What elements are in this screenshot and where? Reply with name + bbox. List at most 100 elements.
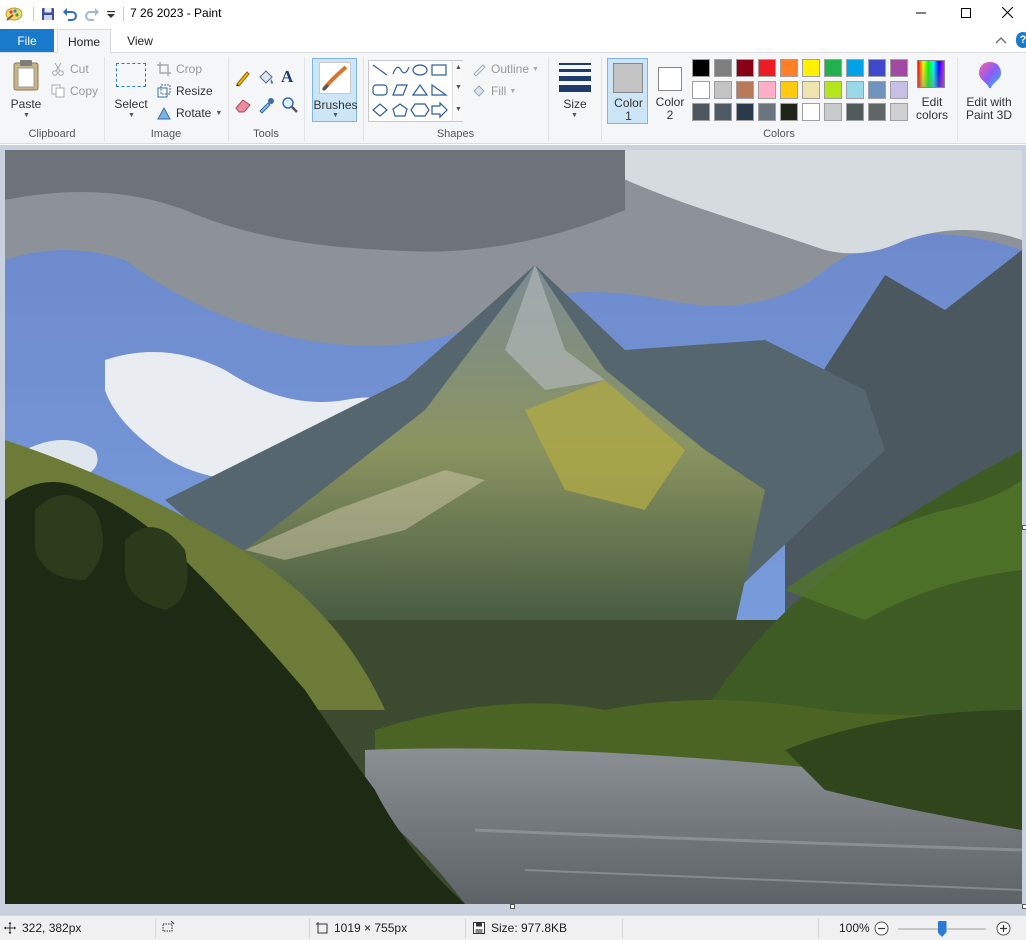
- palette-swatch[interactable]: [802, 59, 820, 77]
- shapes-scrollbar[interactable]: ▲ ▼ ▼: [452, 61, 463, 121]
- crop-label: Crop: [176, 62, 203, 76]
- palette-swatch[interactable]: [846, 81, 864, 99]
- drawing-canvas[interactable]: [5, 150, 1022, 904]
- brushes-button[interactable]: Brushes ▼: [312, 58, 358, 122]
- palette-swatch[interactable]: [692, 81, 710, 99]
- palette-swatch[interactable]: [824, 103, 842, 121]
- copy-button[interactable]: Copy: [50, 81, 98, 101]
- palette-swatch[interactable]: [824, 59, 842, 77]
- palette-swatch[interactable]: [692, 59, 710, 77]
- palette-swatch[interactable]: [890, 103, 908, 121]
- minus-circle-icon: [874, 921, 889, 936]
- undo-icon[interactable]: [60, 5, 80, 23]
- resize-button[interactable]: Resize: [156, 81, 213, 101]
- tab-file[interactable]: File: [0, 29, 54, 52]
- tab-home[interactable]: Home: [57, 29, 111, 53]
- resize-handle-right[interactable]: [1022, 525, 1026, 530]
- shapes-gallery[interactable]: [368, 60, 463, 122]
- status-divider: [309, 919, 310, 938]
- palette-swatch[interactable]: [758, 59, 776, 77]
- pencil-icon[interactable]: [234, 69, 252, 87]
- rotate-label: Rotate: [176, 106, 212, 120]
- status-divider: [465, 919, 466, 938]
- maximize-button[interactable]: [943, 0, 989, 28]
- chevron-down-icon: ▼: [571, 112, 578, 119]
- group-divider: [304, 57, 305, 141]
- chevron-down-icon: ▼: [509, 87, 517, 95]
- resize-handle-corner[interactable]: [1022, 904, 1026, 909]
- zoom-out-button[interactable]: [874, 921, 889, 936]
- fill-bucket-icon[interactable]: [257, 69, 275, 87]
- palette-swatch[interactable]: [780, 81, 798, 99]
- color1-label-line2: 1: [625, 109, 632, 123]
- resize-handle-bottom[interactable]: [510, 904, 515, 909]
- zoom-level: 100%: [839, 921, 870, 935]
- palette-swatch[interactable]: [868, 59, 886, 77]
- palette-swatch[interactable]: [736, 103, 754, 121]
- clipboard-icon: [12, 59, 40, 94]
- customize-icon[interactable]: [104, 5, 118, 23]
- paste-button[interactable]: Paste ▼: [6, 57, 46, 123]
- palette-swatch[interactable]: [802, 103, 820, 121]
- size-label: Size: [563, 97, 587, 111]
- palette-swatch[interactable]: [802, 81, 820, 99]
- color-picker-icon[interactable]: [257, 96, 275, 114]
- palette-swatch[interactable]: [890, 59, 908, 77]
- maximize-icon: [961, 7, 971, 21]
- group-label-clipboard: Clipboard: [28, 128, 76, 140]
- copy-icon: [50, 83, 66, 99]
- palette-swatch[interactable]: [714, 59, 732, 77]
- edit-with-paint3d-button[interactable]: Edit with Paint 3D: [962, 58, 1018, 124]
- cut-button[interactable]: Cut: [50, 59, 89, 79]
- palette-swatch[interactable]: [846, 103, 864, 121]
- eraser-icon[interactable]: [234, 96, 252, 114]
- palette-swatch[interactable]: [780, 59, 798, 77]
- paint-app-icon[interactable]: [4, 5, 24, 23]
- help-icon[interactable]: ?: [1016, 32, 1026, 48]
- brush-icon: [319, 62, 351, 94]
- palette-swatch[interactable]: [780, 103, 798, 121]
- zoom-slider-thumb[interactable]: [937, 921, 947, 937]
- palette-swatch[interactable]: [846, 59, 864, 77]
- color2-button[interactable]: Color 2: [650, 58, 690, 124]
- color-palette: [692, 59, 912, 125]
- collapse-ribbon-icon[interactable]: [995, 33, 1007, 47]
- status-divider: [818, 919, 819, 938]
- color1-button[interactable]: Color 1: [607, 58, 648, 124]
- paint3d-icon: [977, 60, 1003, 93]
- size-button[interactable]: Size ▼: [555, 57, 595, 123]
- zoom-in-button[interactable]: [996, 921, 1011, 936]
- edit-colors-button[interactable]: Edit colors: [912, 58, 952, 124]
- palette-swatch[interactable]: [824, 81, 842, 99]
- outline-button[interactable]: Outline ▼: [471, 59, 539, 79]
- fill-button[interactable]: Fill ▼: [471, 81, 516, 101]
- palette-swatch[interactable]: [868, 81, 886, 99]
- text-tool-icon[interactable]: A: [281, 67, 293, 87]
- group-label-colors: Colors: [763, 128, 795, 140]
- rotate-button[interactable]: Rotate ▼: [156, 103, 222, 123]
- magnifier-icon[interactable]: [281, 96, 299, 114]
- file-size-text: Size: 977.8KB: [491, 921, 568, 935]
- palette-swatch[interactable]: [890, 81, 908, 99]
- close-button[interactable]: [988, 0, 1026, 28]
- save-icon[interactable]: [38, 5, 58, 23]
- palette-swatch[interactable]: [868, 103, 886, 121]
- palette-swatch[interactable]: [714, 81, 732, 99]
- palette-swatch[interactable]: [736, 81, 754, 99]
- chevron-down-icon: ▼: [128, 112, 135, 119]
- cursor-position-text: 322, 382px: [22, 921, 82, 935]
- tab-view[interactable]: View: [118, 29, 162, 52]
- palette-swatch[interactable]: [758, 81, 776, 99]
- crop-button[interactable]: Crop: [156, 59, 202, 79]
- status-bar: 322, 382px 1019 × 755px Size: 977.8KB 10…: [0, 915, 1026, 940]
- redo-icon[interactable]: [82, 5, 102, 23]
- palette-swatch[interactable]: [692, 103, 710, 121]
- palette-swatch[interactable]: [714, 103, 732, 121]
- minimize-button[interactable]: [898, 0, 944, 28]
- group-divider: [957, 57, 958, 141]
- palette-swatch[interactable]: [736, 59, 754, 77]
- brushes-label: Brushes: [313, 98, 358, 112]
- select-button[interactable]: Select ▼: [110, 57, 152, 123]
- palette-swatch[interactable]: [758, 103, 776, 121]
- separator: [121, 5, 125, 23]
